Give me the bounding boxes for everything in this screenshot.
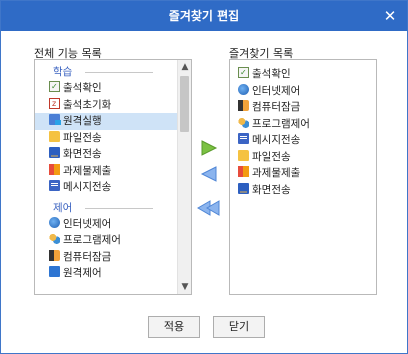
assignment-icon: [49, 163, 60, 175]
list-item-label: 인터넷제어: [252, 84, 301, 97]
list-item-label: 원격실행: [63, 115, 102, 127]
list-item-label: 컴퓨터잠금: [63, 250, 112, 263]
list-item[interactable]: 과제물제출: [35, 163, 177, 180]
list-item-label: 메시지전송: [252, 134, 301, 146]
remote-control-icon: [49, 266, 60, 277]
list-item-label: 인터넷제어: [63, 217, 112, 230]
all-features-content: 학습출석확인출석초기화원격실행파일전송화면전송과제물제출메시지전송제어인터넷제어…: [35, 60, 177, 282]
message-icon: [238, 133, 249, 144]
list-item[interactable]: 원격제어: [35, 265, 177, 282]
group-header-label: 제어: [53, 199, 77, 215]
folder-icon: [238, 149, 249, 161]
favorites-content: 출석확인인터넷제어컴퓨터잠금프로그램제어메시지전송파일전송과제물제출화면전송: [230, 65, 376, 199]
list-item-label: 과제물제출: [252, 167, 301, 179]
list-item-label: 원격제어: [63, 267, 102, 279]
list-item-label: 출석초기화: [63, 98, 112, 111]
title-bar: 즐겨찾기 편집 ✕: [1, 1, 407, 31]
list-item[interactable]: 컴퓨터잠금: [230, 99, 376, 116]
group-header-label: 학습: [53, 64, 77, 79]
assignment-icon: [238, 166, 249, 177]
list-item-label: 메시지전송: [63, 181, 112, 193]
list-item-label: 파일전송: [63, 131, 102, 144]
list-item[interactable]: 화면전송: [35, 146, 177, 163]
apply-button[interactable]: 적용: [148, 316, 200, 338]
list-item[interactable]: 프로그램제어: [230, 116, 376, 133]
group-header: 학습: [35, 64, 177, 80]
list-item[interactable]: 메시지전송: [35, 179, 177, 196]
list-item[interactable]: 메시지전송: [230, 132, 376, 149]
list-item-label: 프로그램제어: [252, 117, 310, 130]
list-item[interactable]: 인터넷제어: [230, 83, 376, 100]
group-divider: [85, 207, 153, 209]
list-item-label: 과제물제출: [63, 164, 112, 177]
close-icon[interactable]: ✕: [381, 7, 399, 25]
list-item-label: 화면전송: [252, 183, 291, 196]
list-item[interactable]: 컴퓨터잠금: [35, 249, 177, 266]
list-item[interactable]: 출석초기화: [35, 96, 177, 114]
remote-run-icon: [49, 114, 61, 125]
list-item[interactable]: 파일전송: [35, 130, 177, 147]
list-item[interactable]: 화면전송: [230, 182, 376, 199]
lock-icon: [238, 100, 249, 111]
arrow-left-icon: [200, 166, 217, 182]
list-item[interactable]: 인터넷제어: [35, 216, 177, 233]
arrow-right-icon: [201, 140, 218, 156]
list-item[interactable]: 원격실행: [35, 113, 177, 130]
list-item[interactable]: 출석확인: [230, 65, 376, 83]
list-item-label: 출석확인: [63, 82, 102, 94]
scroll-thumb[interactable]: [180, 76, 189, 132]
list-item-label: 프로그램제어: [63, 234, 121, 246]
program-icon: [49, 233, 60, 244]
list-item-label: 화면전송: [63, 148, 102, 160]
edit-favorites-dialog: 즐겨찾기 편집 ✕ 전체 기능 목록 학습출석확인출석초기화원격실행파일전송화면…: [0, 0, 408, 354]
screen-send-icon: [238, 182, 249, 194]
lock-icon: [49, 249, 60, 261]
double-arrow-left-icon: [197, 200, 220, 216]
group-divider: [85, 72, 153, 73]
screen-send-icon: [49, 147, 60, 158]
globe-icon: [49, 216, 60, 228]
list-item-label: 컴퓨터잠금: [252, 101, 301, 113]
list-item[interactable]: 과제물제출: [230, 165, 376, 182]
list-item[interactable]: 파일전송: [230, 149, 376, 166]
all-features-list[interactable]: 학습출석확인출석초기화원격실행파일전송화면전송과제물제출메시지전송제어인터넷제어…: [34, 59, 192, 295]
remove-from-favorites-button[interactable]: [199, 165, 219, 183]
list-item-label: 출석확인: [252, 68, 291, 80]
list-item[interactable]: 출석확인: [35, 79, 177, 97]
dialog-title: 즐겨찾기 편집: [168, 9, 240, 23]
group-header: 제어: [35, 199, 177, 216]
attendance-reset-icon: [49, 96, 60, 112]
list-item-label: 파일전송: [252, 150, 291, 163]
close-button[interactable]: 닫기: [213, 316, 265, 338]
remove-all-favorites-button[interactable]: [197, 199, 221, 217]
all-features-scrollbar[interactable]: ▲ ▼: [177, 60, 191, 294]
message-icon: [49, 180, 60, 191]
check-icon: [238, 65, 249, 82]
check-icon: [49, 79, 60, 96]
list-item[interactable]: 프로그램제어: [35, 232, 177, 249]
add-to-favorites-button[interactable]: [199, 139, 219, 157]
scroll-up-icon[interactable]: ▲: [178, 60, 191, 74]
program-icon: [238, 116, 249, 128]
favorites-list[interactable]: 출석확인인터넷제어컴퓨터잠금프로그램제어메시지전송파일전송과제물제출화면전송: [229, 59, 377, 295]
folder-icon: [49, 130, 60, 142]
globe-icon: [238, 83, 249, 95]
scroll-down-icon[interactable]: ▼: [178, 280, 191, 294]
